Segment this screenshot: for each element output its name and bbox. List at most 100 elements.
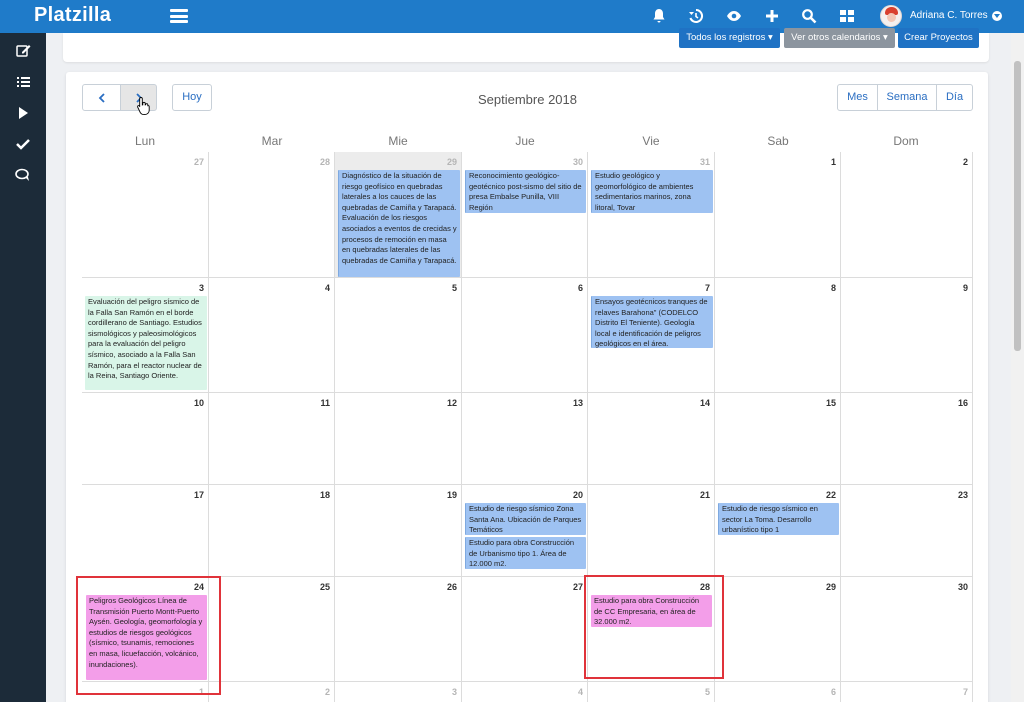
day-number: 1 xyxy=(830,157,836,167)
day-number: 13 xyxy=(572,398,583,408)
day-cell[interactable]: 6 xyxy=(715,682,841,702)
day-number: 30 xyxy=(957,582,968,592)
day-cell[interactable]: 5 xyxy=(335,278,462,393)
day-cell[interactable]: 15 xyxy=(715,393,841,485)
scrollbar-thumb[interactable] xyxy=(1014,61,1021,351)
day-number: 30 xyxy=(572,157,583,167)
day-cell[interactable]: 10 xyxy=(82,393,209,485)
day-number: 18 xyxy=(319,490,330,500)
day-number: 3 xyxy=(198,283,204,293)
day-cell[interactable]: 26 xyxy=(335,577,462,682)
day-cell[interactable]: 7 xyxy=(841,682,973,702)
prev-month-button[interactable] xyxy=(82,84,121,111)
chat-icon[interactable] xyxy=(14,166,32,184)
create-projects-button[interactable]: Crear Proyectos xyxy=(898,28,979,48)
day-cell[interactable]: 19 xyxy=(335,485,462,577)
weekday-header: Mie xyxy=(388,134,408,148)
day-number: 5 xyxy=(704,687,710,697)
play-icon[interactable] xyxy=(14,104,32,122)
brand-logo[interactable]: Platzilla xyxy=(34,4,111,27)
day-cell[interactable]: 13 xyxy=(462,393,588,485)
day-cell[interactable]: 5 xyxy=(588,682,715,702)
view-day-button[interactable]: Día xyxy=(936,84,973,111)
today-button[interactable]: Hoy xyxy=(172,84,212,111)
day-number: 29 xyxy=(825,582,836,592)
event-item[interactable]: Estudio para obra Construcción de Urbani… xyxy=(465,537,586,569)
day-number: 31 xyxy=(699,157,710,167)
event-item[interactable]: Evaluación del peligro sísmico de la Fal… xyxy=(85,296,207,390)
event-item[interactable]: Estudio geológico y geomorfológico de am… xyxy=(591,170,713,213)
search-icon[interactable] xyxy=(801,8,817,24)
day-cell[interactable]: 2 xyxy=(209,682,335,702)
view-month-button[interactable]: Mes xyxy=(837,84,878,111)
day-cell[interactable]: 27 xyxy=(82,152,209,278)
chevron-down-icon[interactable] xyxy=(992,11,1002,21)
day-number: 22 xyxy=(825,490,836,500)
day-cell[interactable]: 4 xyxy=(462,682,588,702)
day-cell[interactable]: 27 xyxy=(462,577,588,682)
sidebar xyxy=(0,33,46,702)
day-cell[interactable]: 3 xyxy=(335,682,462,702)
day-cell[interactable]: 9 xyxy=(841,278,973,393)
avatar[interactable] xyxy=(880,5,902,27)
day-number: 3 xyxy=(451,687,457,697)
day-cell[interactable]: 18 xyxy=(209,485,335,577)
user-name[interactable]: Adriana C. Torres xyxy=(910,10,988,21)
day-cell[interactable]: 4 xyxy=(209,278,335,393)
day-number: 6 xyxy=(830,687,836,697)
event-item[interactable]: Estudio de riesgo sísmico en sector La T… xyxy=(718,503,839,535)
day-number: 17 xyxy=(193,490,204,500)
day-cell[interactable]: 14 xyxy=(588,393,715,485)
day-cell[interactable]: 6 xyxy=(462,278,588,393)
event-item[interactable]: Estudio de riesgo sísmico Zona Santa Ana… xyxy=(465,503,586,535)
day-cell[interactable]: 8 xyxy=(715,278,841,393)
page-scrollbar[interactable] xyxy=(1011,33,1024,702)
check-icon[interactable] xyxy=(14,135,32,153)
day-number: 7 xyxy=(962,687,968,697)
weekday-header: Vie xyxy=(642,134,660,148)
day-cell[interactable]: 2 xyxy=(841,152,973,278)
day-cell[interactable]: 16 xyxy=(841,393,973,485)
day-number: 29 xyxy=(446,157,457,167)
chevron-left-icon xyxy=(98,93,105,103)
other-calendars-button[interactable]: Ver otros calendarios ▾ xyxy=(784,28,895,48)
day-cell[interactable]: 30 xyxy=(841,577,973,682)
day-number: 4 xyxy=(577,687,583,697)
day-number: 2 xyxy=(324,687,330,697)
day-cell[interactable]: 23 xyxy=(841,485,973,577)
day-number: 27 xyxy=(193,157,204,167)
day-cell[interactable]: 17 xyxy=(82,485,209,577)
edit-icon[interactable] xyxy=(14,42,32,60)
day-cell[interactable]: 25 xyxy=(209,577,335,682)
event-item[interactable]: Diagnóstico de la situación de riesgo ge… xyxy=(338,170,460,277)
day-number: 10 xyxy=(193,398,204,408)
grid-icon[interactable] xyxy=(839,8,855,24)
day-cell[interactable]: 12 xyxy=(335,393,462,485)
calendar-title: Septiembre 2018 xyxy=(477,92,577,107)
day-number: 2 xyxy=(962,157,968,167)
day-number: 16 xyxy=(957,398,968,408)
other-calendars-label: Ver otros calendarios xyxy=(791,32,881,43)
day-cell[interactable]: 28 xyxy=(209,152,335,278)
list-icon[interactable] xyxy=(14,73,32,91)
day-number: 20 xyxy=(572,490,583,500)
day-cell[interactable]: 1 xyxy=(715,152,841,278)
bell-icon[interactable] xyxy=(651,8,667,24)
day-number: 19 xyxy=(446,490,457,500)
plus-icon[interactable] xyxy=(764,8,780,24)
day-number: 27 xyxy=(572,582,583,592)
hamburger-menu-icon[interactable] xyxy=(170,9,188,23)
highlight-box xyxy=(584,575,724,679)
event-item[interactable]: Ensayos geotécnicos tranques de relaves … xyxy=(591,296,713,348)
day-cell[interactable]: 21 xyxy=(588,485,715,577)
weekday-header: Lun xyxy=(134,134,156,148)
view-week-button[interactable]: Semana xyxy=(877,84,937,111)
eye-icon[interactable] xyxy=(726,8,742,24)
all-records-button[interactable]: Todos los registros ▾ xyxy=(679,28,780,48)
day-cell[interactable]: 29 xyxy=(715,577,841,682)
event-item[interactable]: Reconocimiento geológico-geotécnico post… xyxy=(465,170,586,213)
history-icon[interactable] xyxy=(688,8,704,24)
day-number: 4 xyxy=(324,283,330,293)
day-number: 11 xyxy=(320,398,330,408)
day-cell[interactable]: 11 xyxy=(209,393,335,485)
